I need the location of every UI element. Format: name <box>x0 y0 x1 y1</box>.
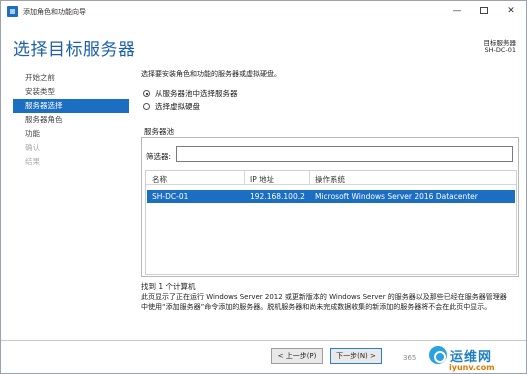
title-bar: 添加角色和功能向导 — ✕ <box>1 1 526 23</box>
server-pool-label: 服务器池 <box>144 127 174 136</box>
table-row[interactable]: SH-DC-01 192.168.100.2 Microsoft Windows… <box>147 190 515 203</box>
column-divider[interactable] <box>244 171 245 185</box>
intro-text: 选择要安装角色和功能的服务器或虚拟硬盘。 <box>141 70 281 78</box>
watermark-small-text: 365 <box>403 354 417 362</box>
nav-item-server-selection[interactable]: 服务器选择 <box>13 99 129 113</box>
maximize-button[interactable] <box>471 2 497 20</box>
cell-operating-system: Microsoft Windows Server 2016 Datacenter <box>315 192 478 201</box>
wizard-nav: 开始之前 安装类型 服务器选择 服务器角色 功能 确认 结果 <box>13 71 129 169</box>
minimize-button[interactable]: — <box>444 2 470 20</box>
watermark-site: iyunv.com <box>449 363 495 372</box>
next-button[interactable]: 下一步(N) > <box>330 348 382 364</box>
main-content: 选择要安装角色和功能的服务器或虚拟硬盘。 从服务器池中选择服务器 选择虚拟硬盘 … <box>141 69 519 311</box>
window-title: 添加角色和功能向导 <box>23 8 86 16</box>
wizard-app-icon <box>7 6 18 17</box>
close-button[interactable]: ✕ <box>498 2 524 20</box>
watermark-logo-icon <box>429 346 447 364</box>
table-header: 名称 IP 地址 操作系统 <box>146 171 516 185</box>
target-server-name: SH-DC-01 <box>484 46 516 54</box>
filter-input[interactable] <box>176 146 513 162</box>
nav-item-installation-type[interactable]: 安装类型 <box>13 85 129 99</box>
nav-item-server-roles[interactable]: 服务器角色 <box>13 113 129 127</box>
option-virtual-disk[interactable]: 选择虚拟硬盘 <box>143 101 200 112</box>
wizard-window: 添加角色和功能向导 — ✕ 选择目标服务器 目标服务器 SH-DC-01 开始之… <box>0 0 527 374</box>
found-count: 找到 1 个计算机 <box>141 282 196 291</box>
option-server-pool[interactable]: 从服务器池中选择服务器 <box>143 88 238 99</box>
column-header-ip[interactable]: IP 地址 <box>250 174 274 185</box>
column-header-os[interactable]: 操作系统 <box>315 174 345 185</box>
server-pool-note: 此页显示了正在运行 Windows Server 2012 或更新版本的 Win… <box>141 293 507 311</box>
nav-item-before-you-begin[interactable]: 开始之前 <box>13 71 129 85</box>
column-divider[interactable] <box>309 171 310 185</box>
previous-button[interactable]: < 上一步(P) <box>271 348 323 364</box>
page-title: 选择目标服务器 <box>13 40 136 60</box>
filter-label: 筛选器: <box>146 152 172 161</box>
nav-item-results: 结果 <box>25 157 40 166</box>
footer-divider <box>1 340 526 341</box>
cell-server-name: SH-DC-01 <box>152 192 189 201</box>
maximize-icon <box>480 7 488 14</box>
option-virtual-disk-label: 选择虚拟硬盘 <box>155 102 200 111</box>
watermark-brand: 运维网 <box>450 349 493 365</box>
radio-checked-icon[interactable] <box>143 90 150 97</box>
server-table: 名称 IP 地址 操作系统 SH-DC-01 192.168.100.2 Mic… <box>145 170 517 275</box>
radio-unchecked-icon[interactable] <box>143 103 150 110</box>
nav-item-features[interactable]: 功能 <box>13 127 129 141</box>
nav-item-confirmation: 确认 <box>25 143 40 152</box>
column-header-name[interactable]: 名称 <box>152 174 167 185</box>
server-pool-panel: 筛选器: 名称 IP 地址 操作系统 SH-DC-01 192.168.100.… <box>141 137 519 277</box>
cell-ip-address: 192.168.100.2 <box>250 192 305 201</box>
option-server-pool-label: 从服务器池中选择服务器 <box>155 89 238 98</box>
